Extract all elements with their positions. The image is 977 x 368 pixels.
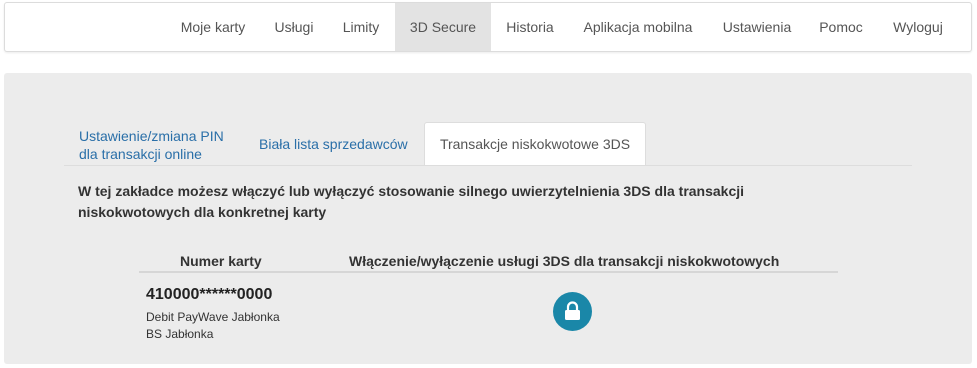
header-divider — [139, 271, 838, 273]
lock-icon — [565, 301, 580, 320]
header-toggle: Włączenie/wyłączenie usługi 3DS dla tran… — [349, 253, 780, 269]
tab-low-value-3ds[interactable]: Transakcje niskokwotowe 3DS — [424, 122, 646, 165]
nav-aplikacja-mobilna[interactable]: Aplikacja mobilna — [569, 3, 707, 51]
nav-moje-karty[interactable]: Moje karty — [166, 3, 260, 51]
tab-pin-line2: dla transakcji online — [79, 146, 202, 162]
card-name: Debit PayWave Jabłonka — [146, 310, 280, 324]
card-number: 410000******0000 — [146, 286, 273, 303]
nav-historia[interactable]: Historia — [492, 3, 568, 51]
nav-ustawienia[interactable]: Ustawienia — [708, 3, 806, 51]
nav-uslugi[interactable]: Usługi — [261, 3, 327, 51]
header-card-number: Numer karty — [180, 253, 262, 269]
top-navbar: Moje karty Usługi Limity 3D Secure Histo… — [4, 2, 972, 52]
tab-whitelist[interactable]: Biała lista sprzedawców — [259, 135, 408, 153]
card-bank: BS Jabłonka — [146, 327, 214, 341]
nav-pomoc[interactable]: Pomoc — [807, 3, 875, 51]
nav-limity[interactable]: Limity — [328, 3, 394, 51]
tab-pin[interactable]: Ustawienie/zmiana PIN dla transakcji onl… — [79, 127, 224, 163]
tab-pin-line1: Ustawienie/zmiana PIN — [79, 128, 224, 144]
nav-wyloguj[interactable]: Wyloguj — [876, 3, 960, 51]
3ds-toggle-button[interactable] — [553, 292, 592, 331]
main-panel: Ustawienie/zmiana PIN dla transakcji onl… — [4, 73, 972, 364]
tab-divider — [64, 165, 912, 166]
page-description: W tej zakładce możesz włączyć lub wyłącz… — [78, 183, 745, 220]
nav-3d-secure[interactable]: 3D Secure — [395, 3, 491, 51]
